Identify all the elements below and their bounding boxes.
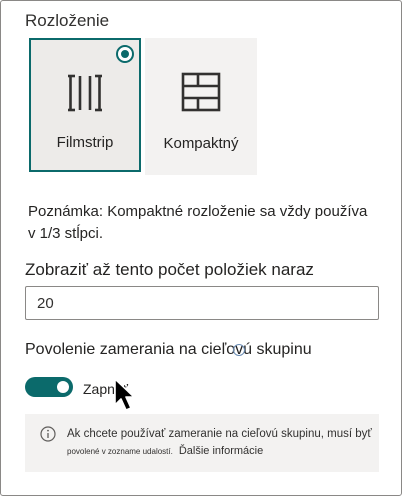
info-message-small: povolené v zozname udalostí. bbox=[67, 447, 173, 456]
filmstrip-icon bbox=[31, 73, 139, 113]
learn-more-link[interactable]: Ďalšie informácie bbox=[179, 445, 263, 457]
item-count-input[interactable] bbox=[25, 286, 379, 320]
layout-option-compact[interactable]: Kompaktný bbox=[145, 38, 257, 175]
layout-option-label: Filmstrip bbox=[56, 134, 114, 151]
audience-targeting-toggle[interactable] bbox=[25, 377, 73, 397]
selected-radio-icon bbox=[116, 45, 134, 63]
info-icon bbox=[40, 426, 56, 447]
layout-note: Poznámka: Kompaktné rozloženie sa vždy p… bbox=[28, 203, 368, 242]
layout-option-filmstrip[interactable]: Filmstrip bbox=[29, 38, 141, 172]
toggle-knob bbox=[57, 381, 69, 393]
audience-targeting-label: Povolenie zamerania na cieľovú skupinu bbox=[25, 341, 312, 358]
layout-option-label: Kompaktný bbox=[163, 135, 239, 152]
info-message-bar: Ak chcete používať zameranie na cieľovú … bbox=[25, 414, 379, 472]
compact-grid-icon bbox=[145, 71, 257, 113]
mouse-pointer-icon bbox=[113, 377, 139, 418]
info-message-text: Ak chcete používať zameranie na cieľovú … bbox=[67, 426, 372, 460]
layout-section-title: Rozloženie bbox=[25, 11, 110, 30]
info-message-main: Ak chcete používať zameranie na cieľovú … bbox=[67, 428, 372, 440]
item-count-label: Zobraziť až tento počet položiek naraz bbox=[25, 260, 314, 279]
settings-panel: Rozloženie Filmstrip Kompaktný Poznámka:… bbox=[0, 0, 402, 496]
loading-ring-icon bbox=[233, 344, 245, 356]
